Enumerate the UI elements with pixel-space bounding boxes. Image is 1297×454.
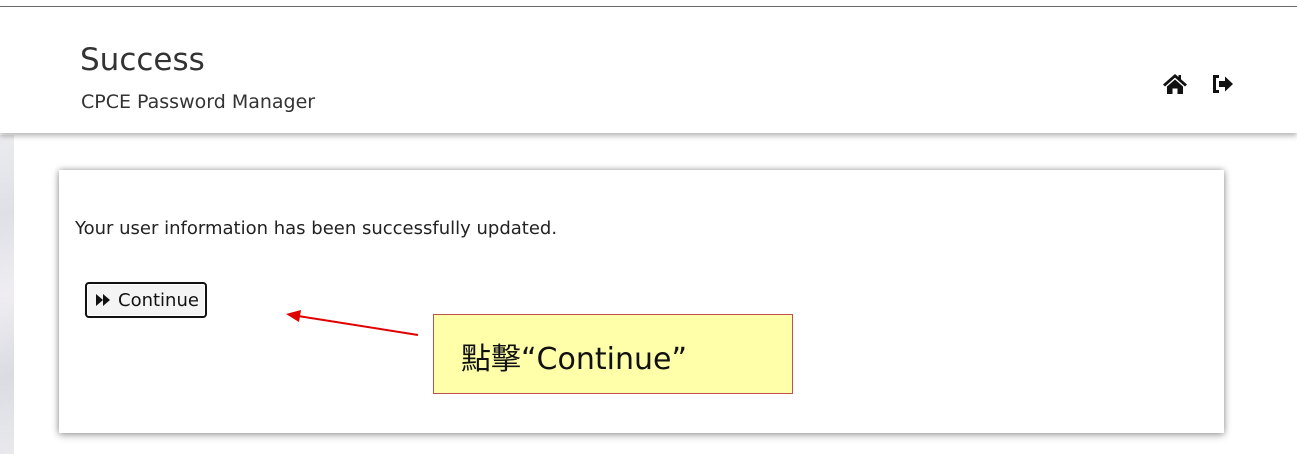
fast-forward-icon [95, 293, 111, 307]
continue-button[interactable]: Continue [85, 282, 207, 318]
page-subtitle: CPCE Password Manager [81, 91, 316, 113]
logout-icon[interactable] [1210, 71, 1236, 97]
background-edge [0, 135, 14, 454]
home-icon[interactable] [1162, 71, 1188, 97]
success-message: Your user information has been successfu… [75, 218, 558, 239]
callout-text: 點擊“Continue” [461, 342, 687, 377]
annotation-callout: 點擊“Continue” [433, 314, 793, 394]
page-title: Success [80, 42, 205, 78]
continue-label: Continue [118, 289, 199, 311]
page-header: Success CPCE Password Manager [0, 7, 1297, 133]
